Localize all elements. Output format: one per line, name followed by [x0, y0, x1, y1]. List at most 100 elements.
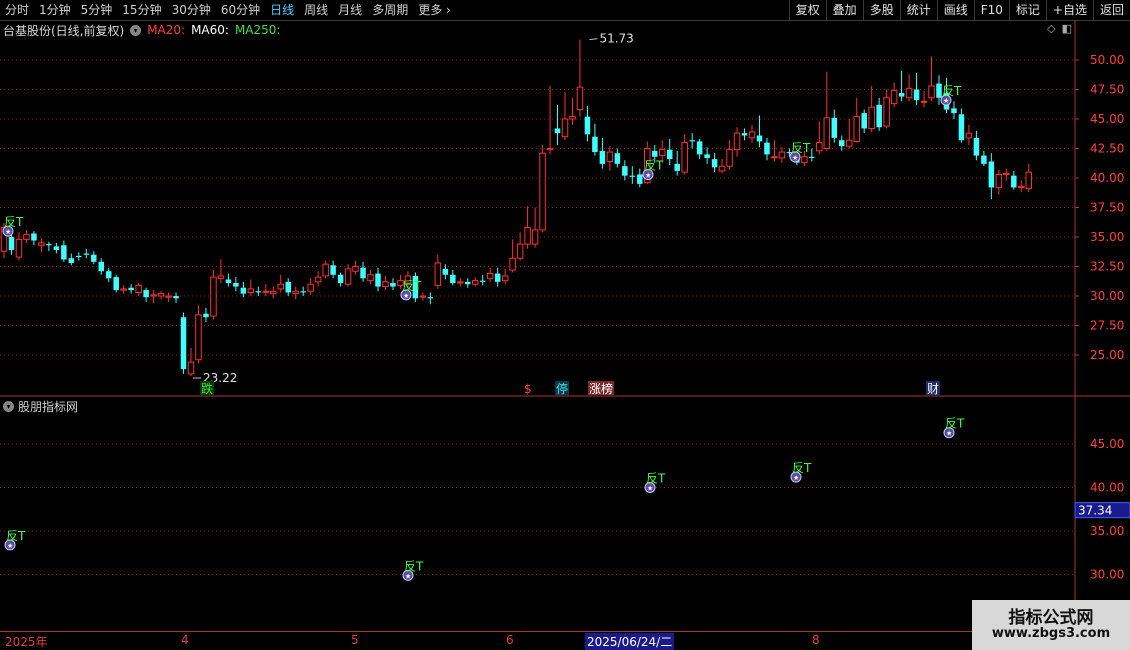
signal-sub-label: 反T — [404, 559, 424, 573]
candle-body — [905, 87, 913, 99]
candle-body — [427, 297, 434, 299]
candle-body — [486, 273, 494, 279]
candle-body — [861, 113, 867, 129]
signal-sub-icon-glyph: ★ — [405, 572, 411, 580]
candle-body — [629, 175, 636, 177]
candle-body — [606, 151, 614, 162]
candle-body — [128, 287, 134, 291]
candle-body — [883, 97, 890, 127]
y-tick-label: 37.50 — [1090, 201, 1124, 215]
candle-body — [479, 280, 486, 282]
sub-chart-title: ▾ 股朋指标网 — [3, 398, 78, 414]
candle-body — [1018, 185, 1025, 188]
event-marker: 财 — [927, 382, 939, 396]
signal-sub-icon-glyph: ★ — [7, 542, 13, 550]
candle-body — [614, 153, 621, 164]
y-tick-label: 32.50 — [1090, 260, 1124, 274]
signal-main-label: 反T — [4, 215, 24, 229]
candle-body — [210, 276, 217, 317]
y-tick-label: 45.00 — [1090, 112, 1124, 126]
kline-chart[interactable]: 50.00 47.50 45.00 42.50 40.00 37.50 35.00 32.50… — [0, 0, 1130, 650]
y-tick-label: 40.00 — [1090, 171, 1124, 185]
candle-body — [674, 163, 680, 171]
candle-body — [61, 245, 67, 260]
event-marker: 停 — [556, 381, 568, 396]
candle-body — [240, 287, 247, 294]
candle-body — [352, 266, 359, 272]
y-tick-label: 27.50 — [1090, 319, 1124, 333]
y-tick-label: 35.00 — [1090, 230, 1124, 244]
event-marker: 涨榜 — [589, 381, 613, 396]
candle-body — [143, 290, 149, 298]
candle-body — [471, 280, 479, 285]
candle-body — [801, 156, 808, 164]
candle-body — [31, 233, 37, 241]
candle-body — [531, 229, 539, 245]
candle-body — [592, 136, 598, 153]
candle-body — [622, 166, 628, 176]
candle-body — [1011, 175, 1017, 188]
candle-body — [1025, 171, 1033, 190]
candle-body — [277, 283, 285, 290]
candle-body — [539, 152, 546, 231]
candle-body — [367, 274, 374, 282]
y-tick-label: 25.00 — [1090, 348, 1124, 362]
y-tick-label: 30.00 — [1090, 568, 1124, 582]
y-tick-label: 30.00 — [1090, 289, 1124, 303]
candle-body — [748, 131, 756, 139]
candle-body — [285, 281, 291, 293]
y-tick-label: 47.50 — [1090, 83, 1124, 97]
watermark-title: 指标公式网 — [1008, 608, 1094, 628]
y-tick-label: 40.00 — [1090, 481, 1124, 495]
candle-body — [83, 253, 90, 255]
candle-body — [23, 234, 30, 240]
indicator-name[interactable]: 股朋指标网 — [18, 398, 78, 415]
candle-body — [569, 116, 576, 120]
signal-main-label: 反T — [791, 141, 811, 155]
candle-body — [91, 254, 97, 262]
candle-body — [203, 313, 209, 318]
candle-body — [344, 268, 352, 285]
candle-body — [965, 132, 973, 139]
candle-body — [973, 137, 980, 156]
candle-body — [113, 277, 119, 291]
candle-body — [390, 283, 396, 287]
event-marker: 跌 — [201, 381, 213, 396]
candle-body — [8, 237, 15, 250]
signal-sub-label: 反T — [945, 417, 965, 431]
candle-body — [898, 93, 905, 97]
candle-body — [546, 148, 554, 151]
date-tick: 2025年 — [5, 635, 48, 649]
candle-body — [15, 238, 23, 258]
chevron-down-icon[interactable]: ▾ — [3, 400, 14, 412]
y-tick-label: 35.00 — [1090, 524, 1124, 538]
candle-body — [501, 275, 509, 282]
candle-body — [120, 288, 127, 291]
candle-body — [300, 291, 306, 293]
candle-body — [936, 83, 942, 98]
candle-body — [360, 267, 366, 279]
candle-body — [809, 156, 815, 158]
candle-body — [816, 142, 823, 152]
candle-body — [718, 165, 726, 172]
candle-body — [652, 150, 658, 157]
candle-body — [576, 86, 584, 111]
candle-body — [165, 295, 172, 298]
signal-main-icon-glyph: ★ — [943, 97, 949, 105]
candle-body — [928, 85, 935, 99]
candle-body — [599, 150, 606, 164]
candle-body — [465, 281, 471, 285]
candle-body — [845, 139, 853, 147]
date-axis: 2025年 4 5 6 2025/06/24/二 8 — [0, 631, 1075, 650]
candle-body — [741, 133, 748, 136]
candle-body — [46, 244, 52, 246]
candle-body — [839, 140, 845, 147]
candle-body — [76, 255, 82, 258]
signal-sub-icon-glyph: ★ — [946, 430, 952, 438]
candle-body — [180, 317, 187, 370]
y-tick-label: 45.00 — [1090, 437, 1124, 451]
candle-body — [876, 104, 882, 128]
candle-body — [292, 290, 299, 295]
candle-body — [105, 271, 112, 279]
candle-body — [442, 268, 449, 275]
